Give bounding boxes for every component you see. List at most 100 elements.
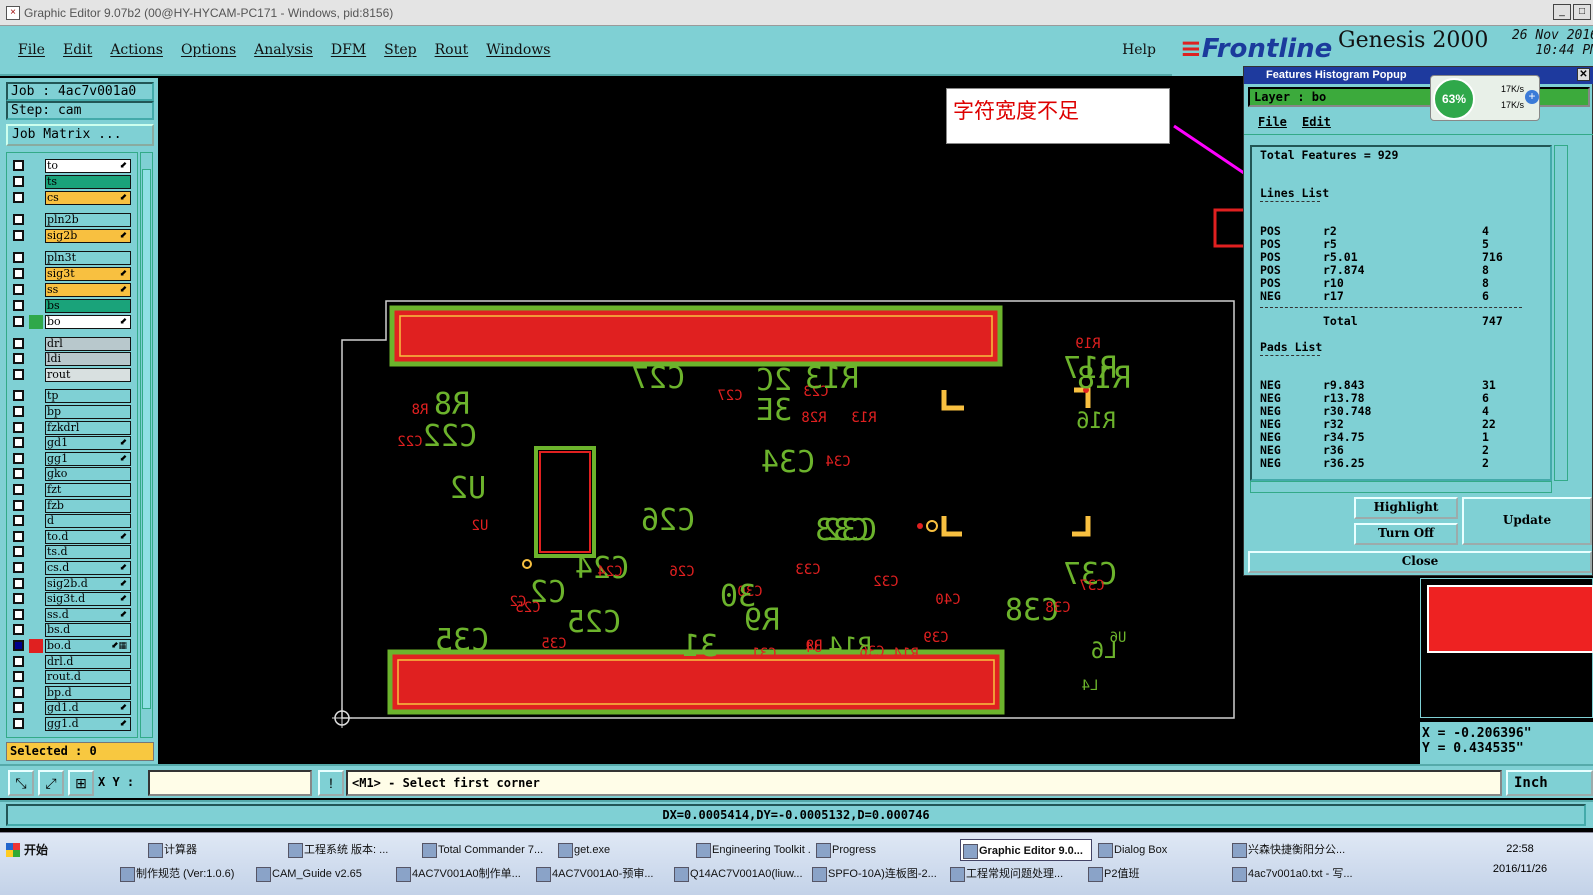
layer-name[interactable]: gg1.d ⬋ [45,717,131,731]
layer-name[interactable]: sig2b.d ⬋ [45,576,131,591]
layer-list-scrollbar[interactable] [140,152,153,738]
layer-checkbox[interactable] [13,421,24,433]
taskbar-item[interactable]: 计算器 [146,839,282,861]
layer-row-gko[interactable]: gko [7,467,137,482]
layer-row-bp[interactable]: bp [7,405,137,419]
layer-checkbox[interactable] [13,499,24,511]
popup-close-icon[interactable]: ✕ [1577,68,1590,81]
layer-name[interactable]: d [45,514,131,529]
layer-row-sig3t-d[interactable]: sig3t.d ⬋ [7,592,137,607]
layer-display-indicator[interactable] [29,436,43,450]
scrollbar-thumb[interactable] [142,169,151,709]
layer-row-to[interactable]: to ⬋ [7,159,137,173]
menu-dfm[interactable]: DFM [331,42,366,58]
layer-display-indicator[interactable] [29,452,43,466]
layer-display-indicator[interactable] [29,639,43,653]
layer-row-sig2b[interactable]: sig2b ⬋ [7,229,137,243]
layer-checkbox[interactable] [13,268,24,279]
taskbar-item[interactable]: 4ac7v001a0.txt - 写... [1230,863,1364,885]
layer-display-indicator[interactable] [29,337,43,351]
layer-name[interactable]: pln3t [45,251,131,265]
layer-row-ss[interactable]: ss ⬋ [7,283,137,297]
layer-checkbox[interactable] [13,230,24,241]
layer-row-fzb[interactable]: fzb [7,498,137,513]
menu-edit[interactable]: Edit [63,42,92,58]
layer-name[interactable]: rout.d [45,670,131,685]
layer-name[interactable]: drl.d [45,654,131,669]
layer-checkbox[interactable] [13,192,24,203]
layer-name[interactable]: pln2b [45,213,131,227]
layer-name[interactable]: bp [45,405,131,419]
turn-off-button[interactable]: Turn Off [1354,523,1458,545]
taskbar-item[interactable]: CAM_Guide v2.65 [254,863,388,885]
layer-row-bo[interactable]: bo ⬋ [7,315,137,329]
layer-display-indicator[interactable] [29,213,43,227]
layer-row-gg1-d[interactable]: gg1.d ⬋ [7,717,137,731]
layer-name[interactable]: rout [45,367,131,382]
layer-checkbox[interactable] [13,718,24,729]
layer-checkbox[interactable] [13,316,24,327]
layer-checkbox[interactable] [13,353,24,365]
layer-display-indicator[interactable] [29,251,43,265]
layer-row-ldi[interactable]: ldi [7,352,137,367]
layer-checkbox[interactable] [13,284,24,295]
layer-display-indicator[interactable] [29,561,43,575]
layer-name[interactable]: sig2b ⬋ [45,229,131,243]
menu-rout[interactable]: Rout [435,42,469,58]
alert-icon[interactable]: ! [318,770,344,796]
layer-checkbox[interactable] [13,214,24,225]
layer-name[interactable]: drl [45,336,131,351]
layer-checkbox[interactable] [13,640,24,651]
histogram-hscrollbar[interactable] [1250,481,1552,493]
units-button[interactable]: Inch [1506,770,1593,796]
layer-checkbox[interactable] [13,484,24,495]
start-button[interactable]: 开始 [2,837,52,863]
layer-display-indicator[interactable] [29,467,43,481]
layer-display-indicator[interactable] [29,421,43,435]
layer-name[interactable]: ldi [45,352,131,367]
layer-row-d[interactable]: d [7,514,137,529]
taskbar-item[interactable]: Dialog Box [1096,839,1224,861]
layer-display-indicator[interactable] [29,191,43,205]
layer-row-gg1[interactable]: gg1 ⬋ [7,451,137,466]
layer-row-rout-d[interactable]: rout.d [7,670,137,685]
layer-row-rout[interactable]: rout [7,367,137,382]
layer-name[interactable]: cs ⬋ [45,191,131,205]
taskbar-item[interactable]: Engineering Toolkit ... [694,839,810,861]
layer-row-gd1[interactable]: gd1 ⬋ [7,436,137,451]
close-button[interactable]: Close [1248,551,1592,573]
layer-name[interactable]: bp.d [45,685,131,700]
layer-display-indicator[interactable] [29,545,43,559]
menu-windows[interactable]: Windows [486,42,550,58]
layer-checkbox[interactable] [13,437,24,449]
layer-row-ss-d[interactable]: ss.d ⬋ [7,607,137,622]
popup-menu-file[interactable]: File [1258,115,1287,129]
layer-checkbox[interactable] [13,624,24,636]
taskbar-item[interactable]: 兴森快捷衡阳分公... [1230,839,1360,861]
layer-name[interactable]: ss ⬋ [45,283,131,297]
layer-checkbox[interactable] [13,530,24,542]
layer-name[interactable]: to ⬋ [45,159,131,173]
layer-row-to-d[interactable]: to.d ⬋ [7,529,137,544]
layer-row-drl[interactable]: drl [7,336,137,351]
layer-name[interactable]: ts.d [45,545,131,560]
menu-step[interactable]: Step [384,42,416,58]
layer-name[interactable]: gd1 ⬋ [45,436,131,451]
layer-name[interactable]: fzkdrl [45,420,131,435]
layer-name[interactable]: tp [45,389,131,404]
minimize-button[interactable]: _ [1553,4,1571,20]
menu-options[interactable]: Options [181,42,236,58]
layer-checkbox[interactable] [13,577,24,589]
plus-icon[interactable]: + [1525,90,1539,104]
layer-row-bo-d[interactable]: bo.d ⬋▦ [7,639,137,653]
layer-checkbox[interactable] [13,702,24,714]
layer-row-tp[interactable]: tp [7,389,137,404]
layer-row-ts[interactable]: ts [7,175,137,189]
layer-name[interactable]: gg1 ⬋ [45,451,131,466]
layer-checkbox[interactable] [13,252,24,263]
layer-name[interactable]: sig3t.d ⬋ [45,592,131,607]
layer-name[interactable]: gd1.d ⬋ [45,701,131,716]
layer-row-bs[interactable]: bs [7,299,137,313]
layer-display-indicator[interactable] [29,670,43,684]
layer-display-indicator[interactable] [29,686,43,700]
